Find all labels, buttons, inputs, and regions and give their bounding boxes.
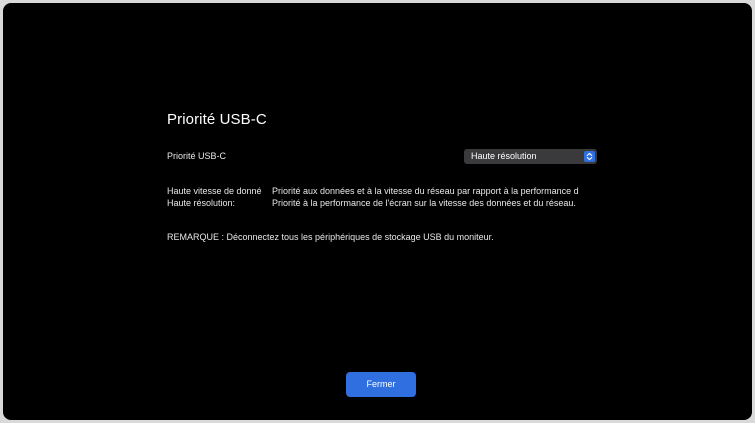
description-row-high-resolution: Haute résolution: Priorité à la performa…: [167, 197, 599, 209]
dialog-title: Priorité USB-C: [167, 111, 267, 128]
note-text: REMARQUE : Déconnectez tous les périphér…: [167, 232, 494, 242]
select-value: Haute résolution: [471, 151, 537, 161]
description-definition: Priorité aux données et à la vitesse du …: [272, 186, 579, 196]
usb-c-priority-dialog: Priorité USB-C Priorité USB-C Haute réso…: [3, 3, 752, 420]
close-button[interactable]: Fermer: [346, 372, 416, 397]
usb-c-priority-label: Priorité USB-C: [167, 151, 227, 161]
usb-c-priority-select[interactable]: Haute résolution: [464, 149, 597, 164]
description-row-high-data-speed: Haute vitesse de donné Priorité aux donn…: [167, 185, 599, 197]
description-term: Haute vitesse de donné: [167, 186, 262, 196]
description-definition: Priorité à la performance de l'écran sur…: [272, 198, 576, 208]
chevron-up-down-icon[interactable]: [584, 151, 595, 162]
description-term: Haute résolution:: [167, 198, 236, 208]
